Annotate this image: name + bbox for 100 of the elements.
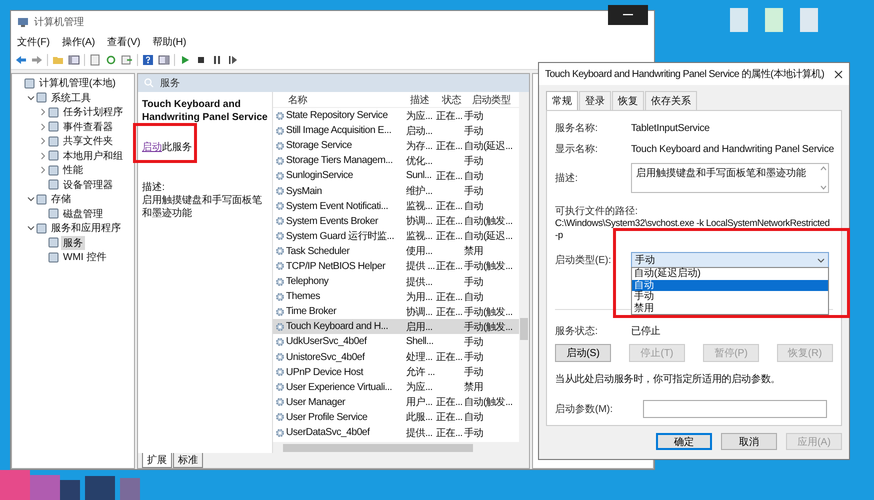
- table-row[interactable]: State Repository Service 为应... 正在... 手动: [273, 108, 519, 124]
- close-icon[interactable]: [834, 70, 843, 78]
- table-row[interactable]: User Manager 用户... 正在... 自动(触发...: [273, 394, 519, 410]
- table-row[interactable]: Time Broker 协调... 正在... 手动(触发...: [273, 304, 519, 320]
- table-cell-text: State Repository Service: [286, 110, 389, 122]
- dialog-tab[interactable]: 登录: [579, 91, 611, 110]
- chevron-right-icon[interactable]: [38, 136, 48, 146]
- dialog-button[interactable]: 确定: [656, 433, 712, 450]
- tree-item[interactable]: 服务和应用程序: [49, 221, 123, 236]
- menu-item[interactable]: 操作(A): [62, 35, 96, 49]
- chevron-right-icon[interactable]: [38, 165, 48, 176]
- panel-icon[interactable]: [158, 54, 170, 66]
- table-row[interactable]: Still Image Acquisition E... 启动... 手动: [273, 123, 519, 138]
- table-row[interactable]: UPnP Device Host 允许 ... 手动: [273, 364, 519, 380]
- tree-item[interactable]: 共享文件夹: [61, 134, 115, 148]
- tree-item[interactable]: 计算机管理(本地): [37, 76, 118, 90]
- table-row[interactable]: User Profile Service 此服... 正在... 自动: [273, 410, 519, 425]
- parameters-field[interactable]: [643, 400, 827, 418]
- scrollbar[interactable]: [519, 92, 529, 442]
- chevron-right-icon[interactable]: [38, 150, 48, 161]
- table-cell-text: SunloginService: [286, 170, 354, 182]
- dropdown-option[interactable]: 禁用: [632, 302, 828, 314]
- table-row[interactable]: Task Scheduler 使用... 禁用: [273, 244, 519, 259]
- table-cell-text: 禁用: [464, 244, 484, 258]
- table-cell-text: User Profile Service: [286, 412, 368, 423]
- chevron-right-icon[interactable]: [38, 107, 48, 118]
- table-row[interactable]: UserDataSvc_4b0ef 提供... 正在... 手动: [273, 424, 519, 440]
- table-row[interactable]: Themes 为用... 正在... 自动: [273, 289, 519, 304]
- tree-item[interactable]: 存储: [49, 192, 73, 206]
- blurred-icon: [765, 8, 783, 32]
- table-row[interactable]: System Guard 运行时监... 监视... 正在... 自动(延迟...: [273, 228, 519, 244]
- tree-item[interactable]: 本地用户和组: [61, 148, 125, 163]
- play-icon[interactable]: [179, 54, 191, 66]
- table-row[interactable]: System Events Broker 协调... 正在... 自动(触发...: [273, 214, 519, 229]
- table-cell-text: UdkUserSvc_4b0ef: [286, 336, 368, 348]
- table-row[interactable]: UnistoreSvc_4b0ef 处理... 正在... 手动: [273, 350, 519, 365]
- tree-item[interactable]: 系统工具: [49, 90, 93, 105]
- export-icon[interactable]: [121, 54, 133, 66]
- column-header[interactable]: 启动类型: [470, 92, 522, 106]
- table-row[interactable]: UdkUserSvc_4b0ef Shell... 手动: [273, 334, 519, 350]
- table-cell-text: Storage Service: [286, 140, 353, 152]
- table-cell-text: 正在...: [436, 290, 464, 304]
- tree-item[interactable]: 任务计划程序: [61, 105, 125, 120]
- scrollbar[interactable]: [273, 442, 529, 453]
- document-icon[interactable]: [89, 54, 101, 66]
- table-row[interactable]: SysMain 维护... 手动: [273, 183, 519, 199]
- table-cell-text: 自动: [464, 170, 484, 183]
- tree-item[interactable]: 性能: [61, 163, 85, 178]
- dialog-tab[interactable]: 依存关系: [645, 91, 697, 110]
- tree-item[interactable]: 设备管理器: [61, 178, 115, 192]
- table-cell-text: System Event Notificati...: [286, 200, 390, 212]
- table-row[interactable]: Telephony 提供... 手动: [273, 274, 519, 290]
- menu-item[interactable]: 文件(F): [17, 35, 50, 49]
- dropdown-option[interactable]: 自动(延迟启动): [632, 268, 828, 280]
- table-cell-text: 手动: [464, 276, 484, 289]
- table-row[interactable]: System Event Notificati... 监视... 正在... 自动: [273, 198, 519, 214]
- column-header[interactable]: 状态: [440, 92, 470, 106]
- help-icon[interactable]: [142, 54, 154, 66]
- resume-icon[interactable]: [227, 54, 239, 66]
- back-arrow-icon[interactable]: [15, 54, 27, 66]
- table-row[interactable]: Storage Tiers Managem... 优化... 手动: [273, 153, 519, 168]
- scroll-up-icon[interactable]: [820, 166, 827, 171]
- description-box[interactable]: 启用触摸键盘和手写面板笔和墨迹功能: [631, 163, 829, 193]
- view-tab[interactable]: 扩展: [142, 453, 172, 468]
- column-header[interactable]: 名称: [286, 92, 408, 106]
- view-tab[interactable]: 标准: [173, 453, 203, 468]
- table-cell-text: 手动(触发...: [464, 320, 514, 334]
- minimize-icon: [623, 14, 633, 16]
- tree-item[interactable]: 磁盘管理: [61, 206, 105, 221]
- pause-icon[interactable]: [211, 54, 223, 66]
- scroll-down-icon[interactable]: [820, 185, 827, 190]
- tree-item[interactable]: WMI 控件: [61, 250, 108, 264]
- dialog-tab[interactable]: 常规: [546, 91, 578, 110]
- tree-item[interactable]: 事件查看器: [61, 120, 115, 134]
- menu-item[interactable]: 帮助(H): [152, 35, 186, 49]
- tree-item[interactable]: 服务: [61, 236, 85, 250]
- table-row[interactable]: TCP/IP NetBIOS Helper 提供 ...正在... 手动(触发...: [273, 258, 519, 274]
- refresh-icon[interactable]: [105, 54, 117, 66]
- stop-icon[interactable]: [195, 54, 207, 66]
- node-icon: [48, 237, 59, 248]
- start-link[interactable]: 启动: [142, 142, 162, 153]
- service-control-button[interactable]: 启动(S): [555, 344, 611, 362]
- dropdown-option[interactable]: 手动: [632, 291, 828, 302]
- gear-icon: [274, 382, 284, 392]
- table-cell-text: User Experience Virtuali...: [286, 382, 393, 393]
- table-row[interactable]: SunloginService Sunl... 正在... 自动: [273, 168, 519, 184]
- computer-icon: [17, 16, 29, 28]
- startup-type-dropdown[interactable]: 手动: [631, 252, 829, 268]
- table-row[interactable]: User Experience Virtuali... 为应... 禁用: [273, 380, 519, 395]
- dialog-button[interactable]: 取消: [721, 433, 777, 450]
- dropdown-option[interactable]: 自动: [632, 280, 828, 291]
- gear-icon: [274, 336, 284, 347]
- table-row[interactable]: Storage Service 为存... 正在... 自动(延迟...: [273, 138, 519, 154]
- forward-arrow-icon[interactable]: [31, 54, 43, 66]
- table-row[interactable]: Touch Keyboard and H... 启用... 手动(触发...: [273, 319, 519, 334]
- dialog-tab[interactable]: 恢复: [612, 91, 644, 110]
- panel-icon[interactable]: [68, 54, 80, 66]
- menu-item[interactable]: 查看(V): [107, 35, 140, 49]
- chevron-right-icon[interactable]: [38, 122, 48, 132]
- column-header[interactable]: 描述: [408, 92, 440, 106]
